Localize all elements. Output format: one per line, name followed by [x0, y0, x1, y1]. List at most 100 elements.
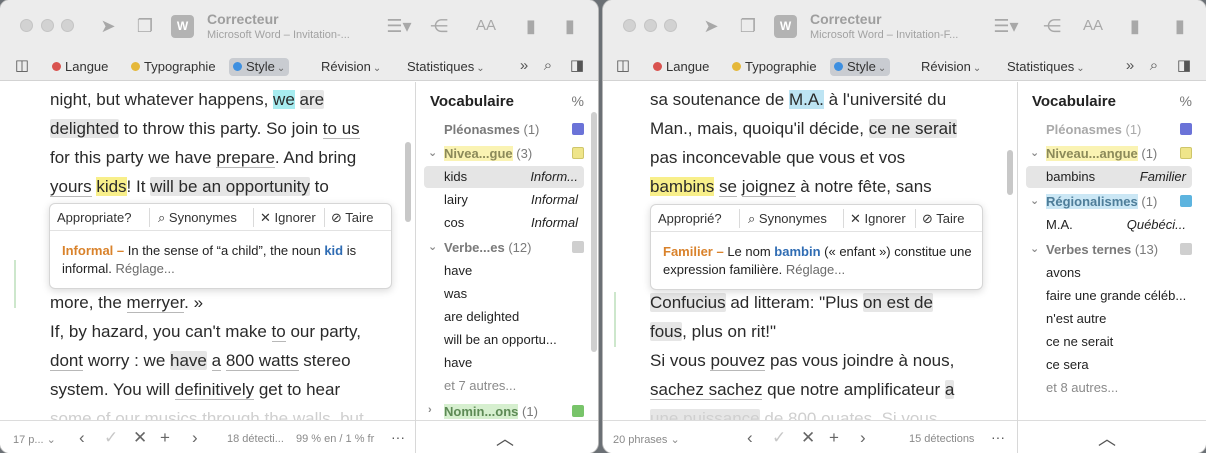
synonyms-button[interactable]: ⌕ Synonymes [748, 211, 827, 227]
tab-typographie[interactable]: Typographie [127, 58, 220, 76]
detection-underline[interactable]: yours [50, 177, 92, 197]
editor-scrollbar[interactable] [405, 142, 411, 222]
list-item[interactable]: will be an opportu... [424, 329, 584, 351]
category-verbes[interactable]: ⌄ Verbe...es (12) [424, 238, 584, 258]
detection-underline[interactable]: prepare [216, 148, 275, 168]
detection-highlight[interactable]: are [299, 90, 325, 109]
detection-underline[interactable]: dont [50, 351, 84, 371]
list-item[interactable]: lairy Informal [424, 189, 584, 211]
panel-icon[interactable]: ▮ [1123, 14, 1147, 38]
reject-icon[interactable]: ✕ [801, 428, 815, 448]
synonyms-button[interactable]: ⌕ Synonymes [158, 210, 237, 226]
sidebar-scrollbar[interactable] [591, 112, 597, 352]
detection-highlight[interactable]: delighted [50, 119, 120, 138]
category-checkbox[interactable] [1180, 147, 1192, 159]
settings-sliders-icon[interactable]: ☰▾ [987, 14, 1025, 38]
tab-revision[interactable]: Révision ⌄ [317, 58, 385, 76]
copy-check-icon[interactable]: ❐ [736, 14, 760, 38]
detection-underline[interactable]: to us [322, 119, 360, 139]
collapse-caret-icon[interactable]: ︿ [1098, 425, 1116, 451]
detection-highlight[interactable]: M.A. [788, 90, 824, 109]
next-icon[interactable]: › [860, 428, 866, 448]
sentence-count-dropdown[interactable]: 17 p... ⌄ [13, 433, 56, 446]
category-nominal[interactable]: › Nomin...ons (1) [424, 402, 584, 422]
more-items-link[interactable]: et 8 autres... [1026, 377, 1192, 399]
search-icon[interactable]: ⌕ [539, 57, 557, 75]
category-pleonasmes[interactable]: Pléonasmes (1) [424, 120, 584, 140]
panel-icon[interactable]: ▮ [519, 14, 543, 38]
list-item[interactable]: bambins Familier [1026, 166, 1192, 188]
detection-underline[interactable]: 800 watts [225, 351, 299, 371]
list-item[interactable]: ce ne serait [1026, 331, 1192, 353]
silence-button[interactable]: ⊘ Taire [331, 210, 373, 226]
tree-icon[interactable]: ⋲ [427, 14, 451, 38]
list-item[interactable]: ce sera [1026, 354, 1192, 376]
detection-underline[interactable]: joignez [741, 177, 796, 197]
zoom-button[interactable] [664, 19, 677, 32]
overflow-chevrons-icon[interactable]: » [1121, 57, 1139, 75]
detection-underline[interactable]: sachez sachez [650, 380, 763, 400]
list-item[interactable]: have [424, 260, 584, 282]
more-options-icon[interactable]: ··· [991, 429, 1005, 445]
overflow-chevrons-icon[interactable]: » [515, 57, 533, 75]
detection-underline[interactable]: a [211, 351, 222, 371]
percent-toggle[interactable]: % [1180, 93, 1192, 109]
list-item[interactable]: was [424, 283, 584, 305]
detection-underline[interactable]: se [719, 177, 737, 197]
add-icon[interactable]: + [829, 428, 839, 448]
zoom-button[interactable] [61, 19, 74, 32]
detection-highlight[interactable]: have [170, 351, 207, 370]
list-item[interactable]: M.A. Québéci... [1026, 214, 1192, 236]
sentence-count-dropdown[interactable]: 20 phrases ⌄ [613, 433, 680, 446]
settings-sliders-icon[interactable]: ☰▾ [380, 14, 418, 38]
tab-revision[interactable]: Révision ⌄ [917, 58, 985, 76]
tab-style[interactable]: Style ⌄ [830, 58, 891, 76]
tab-statistiques[interactable]: Statistiques ⌄ [1003, 58, 1089, 76]
previous-icon[interactable]: ‹ [79, 428, 85, 448]
tab-statistiques[interactable]: Statistiques ⌄ [403, 58, 489, 76]
list-item[interactable]: cos Informal [424, 212, 584, 234]
detection-underline[interactable]: pouvez [710, 351, 766, 371]
list-item[interactable]: are delighted [424, 306, 584, 328]
detection-highlight[interactable]: will be an opportunity [150, 177, 310, 196]
tab-langue[interactable]: Langue [649, 58, 713, 76]
collapse-caret-icon[interactable]: ︿ [496, 425, 514, 451]
panel-right-icon[interactable]: ▮ [558, 14, 582, 38]
detection-highlight[interactable]: Confucius [650, 293, 726, 312]
tab-style[interactable]: Style ⌄ [229, 58, 290, 76]
settings-link[interactable]: Réglage... [786, 262, 845, 277]
detection-highlight[interactable]: une puissance [650, 409, 760, 420]
category-checkbox[interactable] [572, 123, 584, 135]
appropriate-button[interactable]: Approprié? [658, 211, 722, 226]
category-niveau[interactable]: ⌄ Nivea...gue (3) [424, 144, 584, 164]
more-items-link[interactable]: et 7 autres... [424, 375, 584, 397]
minimize-button[interactable] [41, 19, 54, 32]
list-item[interactable]: kids Inform... [424, 166, 584, 188]
detection-highlight[interactable]: we [273, 90, 295, 109]
category-verbes[interactable]: ⌄ Verbes ternes (13) [1026, 240, 1192, 260]
sidebar-toggle-icon[interactable]: ◫ [614, 57, 632, 75]
next-icon[interactable]: › [192, 428, 198, 448]
ignore-button[interactable]: ✕ Ignorer [260, 210, 316, 226]
panel-toggle-icon[interactable]: ◨ [568, 57, 586, 75]
detection-highlight[interactable]: bambins [650, 177, 715, 196]
detection-highlight[interactable]: ce ne serait [868, 119, 957, 138]
category-niveau[interactable]: ⌄ Niveau...angue (1) [1026, 144, 1192, 164]
settings-link[interactable]: Réglage... [115, 261, 174, 276]
add-icon[interactable]: + [160, 428, 170, 448]
detection-underline[interactable]: definitively [174, 380, 255, 400]
previous-icon[interactable]: ‹ [747, 428, 753, 448]
close-button[interactable] [20, 19, 33, 32]
category-checkbox[interactable] [572, 405, 584, 417]
send-icon[interactable]: ➤ [96, 14, 120, 38]
more-options-icon[interactable]: ··· [391, 429, 405, 445]
category-pleonasmes[interactable]: Pléonasmes (1) [1026, 120, 1192, 140]
detection-highlight[interactable]: fous [650, 322, 683, 341]
category-checkbox[interactable] [1180, 243, 1192, 255]
category-checkbox[interactable] [1180, 195, 1192, 207]
category-regionalismes[interactable]: ⌄ Régionalismes (1) [1026, 192, 1192, 212]
list-item[interactable]: faire une grande céléb... [1026, 285, 1192, 307]
detection-underline[interactable]: to [271, 322, 286, 342]
category-checkbox[interactable] [1180, 123, 1192, 135]
list-item[interactable]: avons [1026, 262, 1192, 284]
